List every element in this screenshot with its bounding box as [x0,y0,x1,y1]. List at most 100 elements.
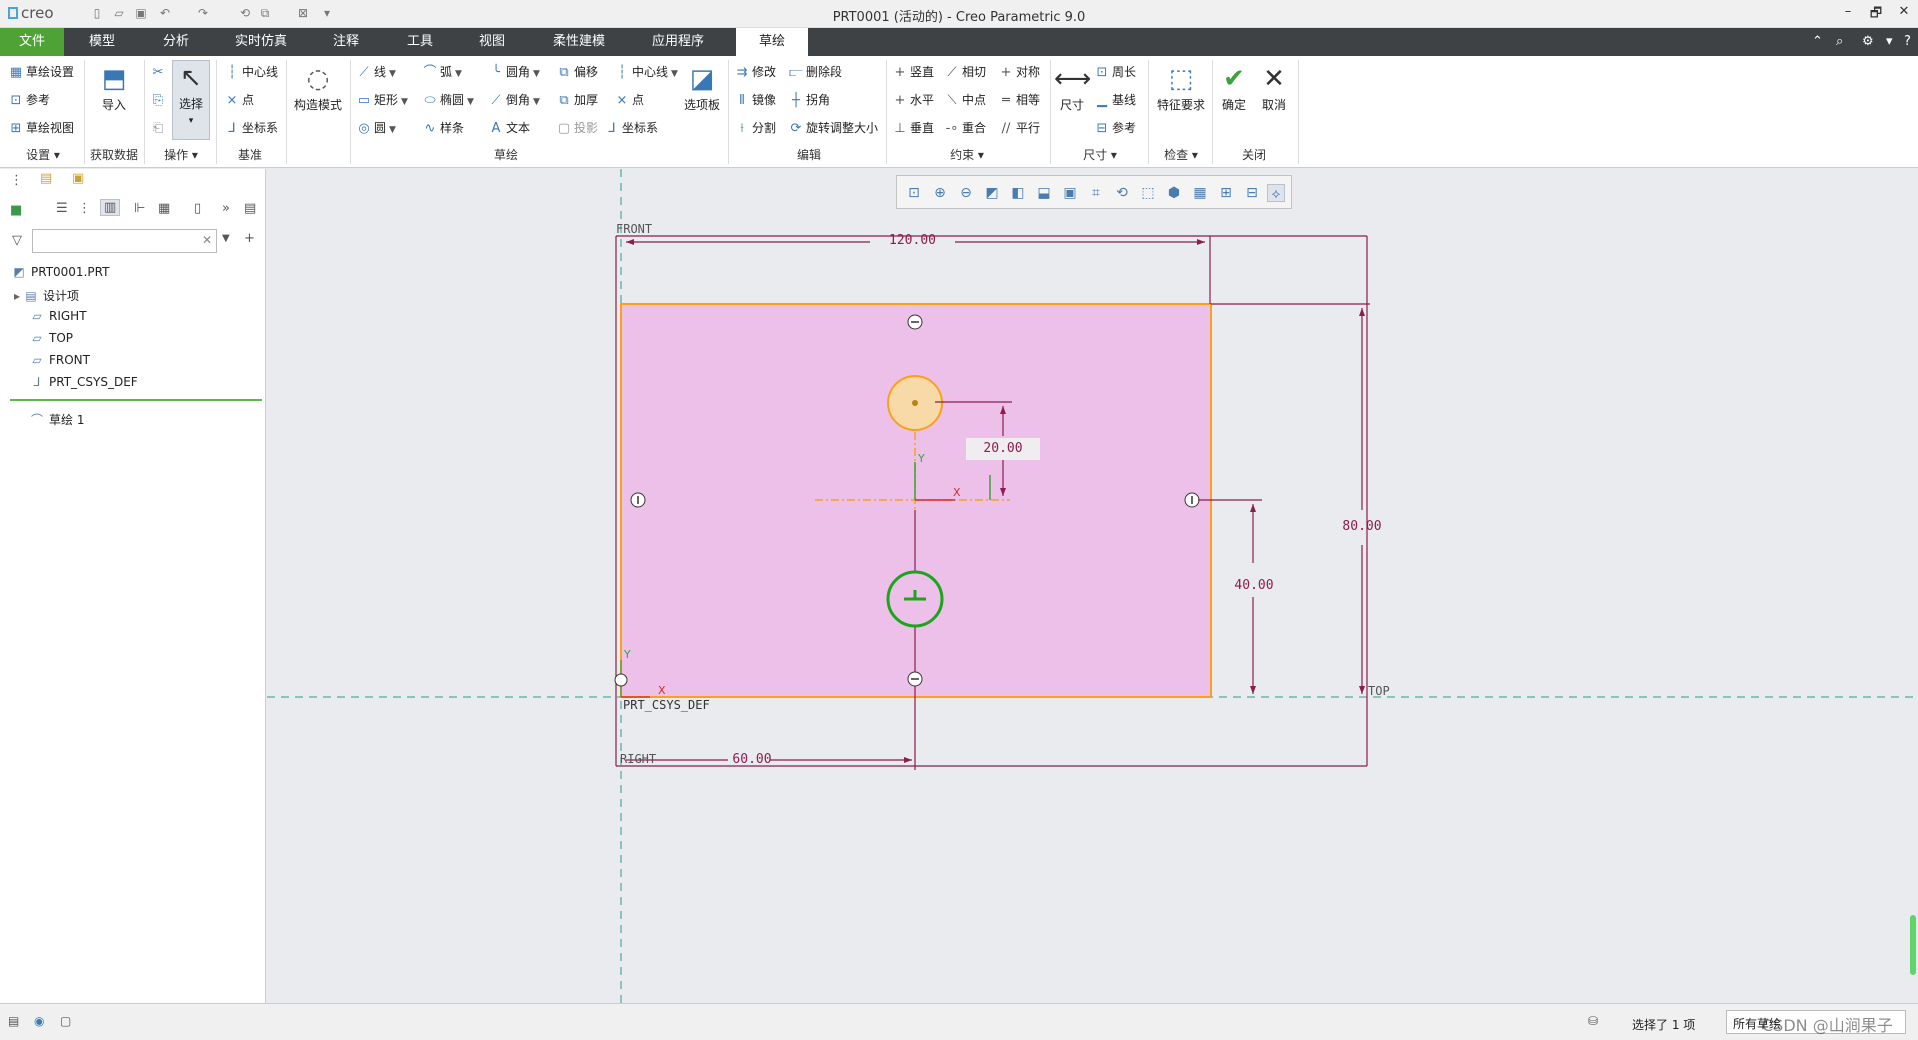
datum-point-button[interactable]: × 点 [224,92,254,109]
tab-applications[interactable]: 应用程序 [636,28,720,56]
construction-mode-button[interactable]: ◌ 构造模式 [292,62,344,113]
model-tree-tab-icon[interactable]: ⋮ [10,173,23,188]
add-filter-icon[interactable]: + [244,231,255,246]
refit-icon[interactable]: ⊡ [905,184,923,202]
settings-icon[interactable]: ⚙ [1862,34,1874,49]
dimension-display-icon[interactable]: ⊟ [1243,184,1261,202]
divide-button[interactable]: ⟊ 分割 [734,120,776,137]
tree-filter-icon[interactable]: ⊩ [134,201,145,216]
group-inspect[interactable]: 检查 ▾ [1154,146,1208,163]
parallel-constraint-button[interactable]: ∕∕ 平行 [998,120,1040,137]
tree-item-csys[interactable]: ⅃ PRT_CSYS_DEF [30,375,138,389]
tree-item-sketch[interactable]: ⌒ 草绘 1 [30,411,84,428]
constraint-display-icon[interactable]: ⊞ [1217,184,1235,202]
baseline-button[interactable]: ▁ 基线 [1094,92,1136,109]
tree-item-right[interactable]: ▱ RIGHT [30,309,86,323]
sketch-csys-button[interactable]: ⅃ 坐标系 [604,120,658,137]
modify-button[interactable]: ⇉ 修改 [734,64,776,81]
sketch-setup-button[interactable]: ▦ 草绘设置 [8,64,74,81]
dimension-60-label[interactable]: 60.00 [730,752,774,767]
tree-list-icon[interactable]: ☰ [56,201,68,216]
show-panel-icon[interactable]: ▯ [194,201,201,216]
rotate-resize-button[interactable]: ⟳ 旋转调整大小 [788,120,878,137]
dimension-reference-button[interactable]: ⊟ 参考 [1094,120,1136,137]
tab-file[interactable]: 文件 [0,28,64,56]
circle-button[interactable]: ◎ 圆 ▼ [356,120,396,138]
equal-constraint-button[interactable]: ═ 相等 [998,92,1040,109]
tree-columns-icon[interactable]: ▥ [100,199,121,216]
sketch-view-button[interactable]: ⊞ 草绘视图 [8,120,74,137]
group-operations[interactable]: 操作 ▾ [150,146,212,163]
selection-filter-icon[interactable]: ⛁ [1588,1014,1598,1028]
feature-requirements-button[interactable]: ⬚ 特征要求 [1154,62,1208,113]
datum-centerline-button[interactable]: ┆ 中心线 [224,64,278,81]
tree-settings-icon[interactable]: ▦ [158,201,170,216]
tree-item-design-items[interactable]: ▸ ▤ 设计项 [14,287,79,304]
vertical-constraint-button[interactable]: + 竖直 [892,64,934,81]
folder-browser-tab-icon[interactable]: ▤ [40,171,52,186]
scroll-indicator[interactable] [1910,915,1916,975]
dimension-offset-label[interactable]: 20.00 [966,438,1040,460]
line-button[interactable]: ⟋ 线 ▼ [356,64,396,82]
favorites-tab-icon[interactable]: ▣ [72,171,84,186]
minimize-button[interactable]: – [1836,4,1860,19]
horizontal-constraint-button[interactable]: + 水平 [892,92,934,109]
datum-csys-button[interactable]: ⅃ 坐标系 [224,120,278,137]
show-navigator-icon[interactable]: ▤ [8,1014,19,1028]
display-style-icon[interactable]: ◧ [1009,184,1027,202]
select-button[interactable]: ↖ 选择 ▾ [172,60,210,140]
tree-search-input[interactable]: ✕ [32,229,217,253]
import-button[interactable]: ⬒ 导入 [92,62,136,113]
browser-icon[interactable]: ◉ [34,1014,44,1028]
zoom-out-icon[interactable]: ⊖ [957,184,975,202]
offset-button[interactable]: ⧉ 偏移 [556,64,598,81]
tree-detail-icon[interactable]: ⋮ [78,201,91,216]
symmetric-constraint-button[interactable]: + 对称 [998,64,1040,81]
spin-center-icon[interactable]: ⬢ [1165,184,1183,202]
perspective-icon[interactable]: ⌗ [1087,184,1105,202]
datum-display-icon[interactable]: ⬚ [1139,184,1157,202]
tab-sketch[interactable]: 草绘 [736,28,808,56]
corner-button[interactable]: ┼ 拐角 [788,92,830,109]
sketch-point-button[interactable]: × 点 [614,92,644,109]
options-caret-icon[interactable]: ▾ [1886,34,1893,49]
ok-button[interactable]: ✔ 确定 [1216,62,1252,113]
vertex-display-icon[interactable]: ⟡ [1267,184,1285,202]
more-icon[interactable]: » [222,201,230,216]
sketch-centerline-button[interactable]: ┆ 中心线 ▼ [614,64,678,82]
cut-icon[interactable]: ✂ [150,64,168,81]
spline-button[interactable]: ∿ 样条 [422,120,464,137]
tab-tools[interactable]: 工具 [392,28,448,56]
midpoint-constraint-button[interactable]: ⟍ 中点 [944,92,986,109]
dimension-width-label[interactable]: 120.00 [870,233,955,248]
close-button[interactable]: ✕ [1892,4,1916,19]
tab-view[interactable]: 视图 [464,28,520,56]
group-constrain[interactable]: 约束 ▾ [892,146,1042,163]
notes-icon[interactable]: ▤ [244,201,256,216]
help-icon[interactable]: ? [1904,34,1911,49]
tree-item-part[interactable]: ◩ PRT0001.PRT [12,265,109,279]
thicken-button[interactable]: ⧉ 加厚 [556,92,598,109]
tree-search-field[interactable] [36,231,196,251]
perpendicular-constraint-button[interactable]: ⊥ 垂直 [892,120,934,137]
perimeter-button[interactable]: ⊡ 周长 [1094,64,1136,81]
repaint-icon[interactable]: ◩ [983,184,1001,202]
tangent-constraint-button[interactable]: ⟋ 相切 [944,64,986,81]
view-manager-icon[interactable]: ▣ [1061,184,1079,202]
full-screen-icon[interactable]: ▢ [60,1014,71,1028]
copy-icon[interactable]: ⎘ [150,92,168,109]
coincident-constraint-button[interactable]: -∘ 重合 [944,120,986,137]
text-button[interactable]: A 文本 [488,120,530,137]
saved-orientations-icon[interactable]: ⬓ [1035,184,1053,202]
mirror-button[interactable]: ⫴ 镜像 [734,92,776,109]
collapse-ribbon-icon[interactable]: ⌃ [1812,34,1823,49]
search-icon[interactable]: ⌕ [1836,34,1843,49]
group-setup[interactable]: 设置 ▾ [8,146,78,163]
paste-icon[interactable]: ⎗ [150,120,168,137]
tree-item-front[interactable]: ▱ FRONT [30,353,90,367]
ellipse-button[interactable]: ⬭ 椭圆 ▼ [422,92,474,110]
delete-segment-button[interactable]: ⫍ 删除段 [788,64,842,81]
dimension-height-label[interactable]: 80.00 [1334,519,1390,534]
clear-icon[interactable]: ✕ [202,233,212,247]
graphics-area[interactable] [267,169,1918,1003]
